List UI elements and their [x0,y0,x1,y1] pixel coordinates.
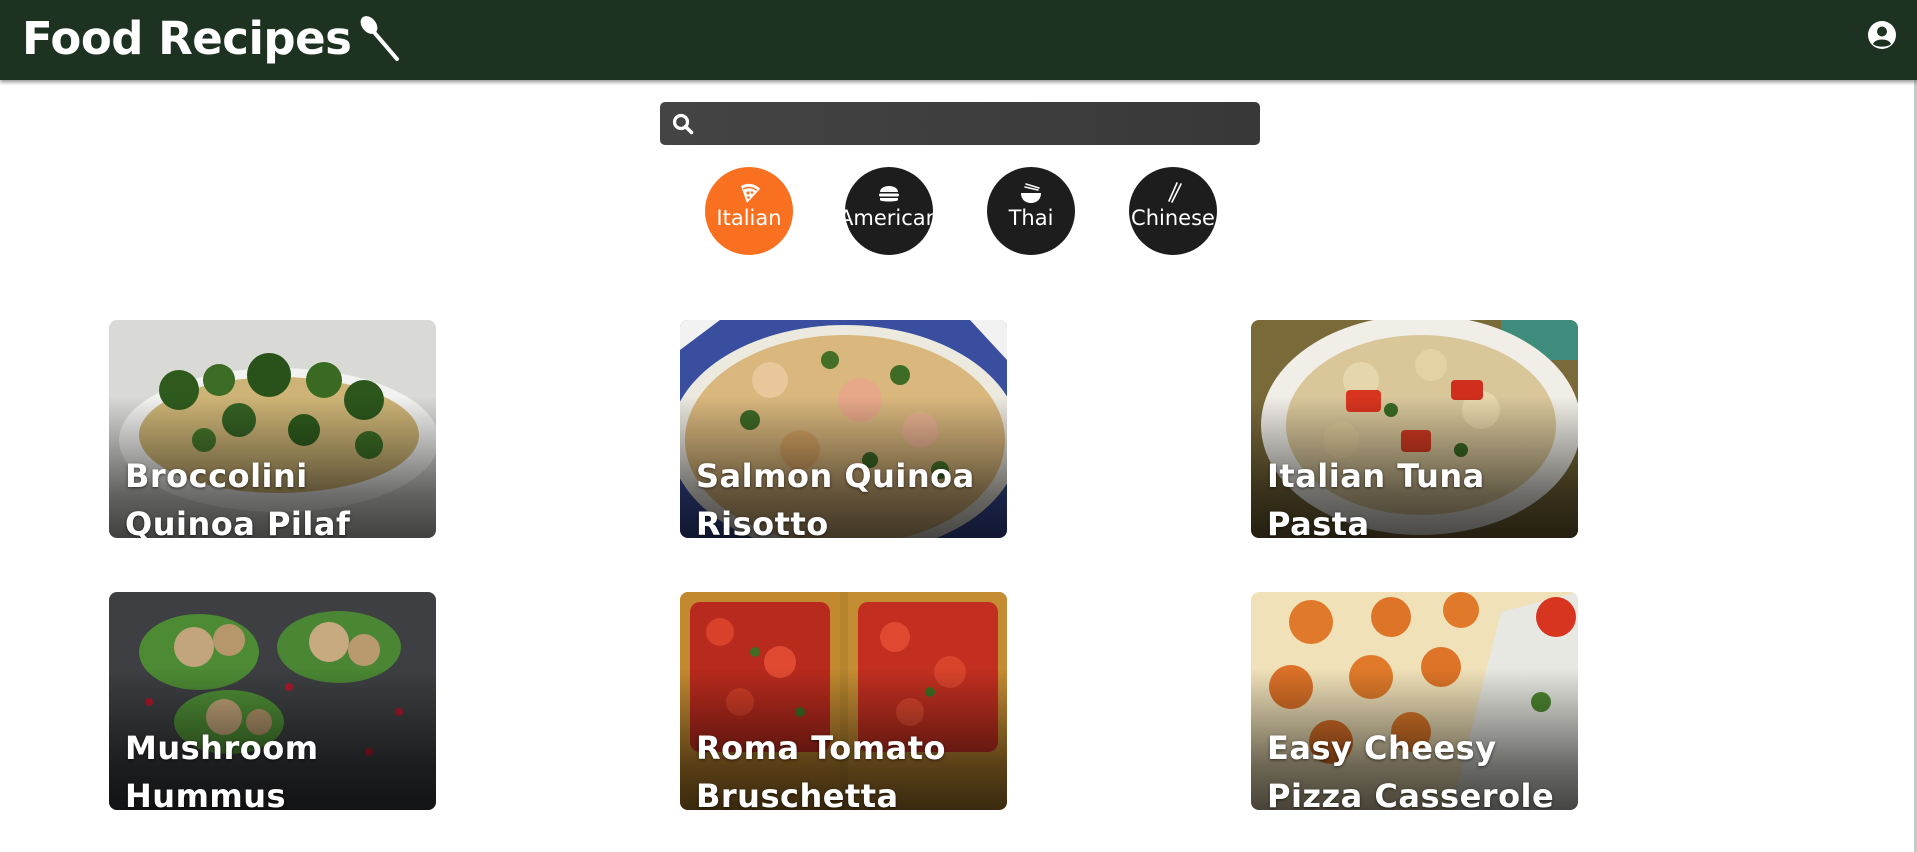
top-navbar: Food Recipes [0,0,1917,80]
category-label: Thai [1008,206,1054,230]
recipe-title: Roma Tomato Bruschetta [696,729,946,810]
spoon-icon [361,16,400,61]
category-label: Chinese [1131,206,1215,230]
recipe-card-salmon-quinoa-risotto[interactable]: Salmon Quinoa Risotto [680,320,1007,538]
app-title: Food Recipes [22,11,352,65]
category-italian[interactable]: Italian [705,167,793,255]
category-thai[interactable]: Thai [987,167,1075,255]
search-input[interactable] [696,102,1260,145]
burger-icon [879,186,899,202]
recipe-card-roma-tomato-bruschetta[interactable]: Roma Tomato Bruschetta [680,592,1007,810]
user-circle-icon[interactable] [1867,20,1897,50]
recipe-card-broccolini-quinoa-pilaf[interactable]: Broccolini Quinoa Pilaf [109,320,436,538]
chopsticks-icon [1168,182,1182,203]
search-bar [660,102,1260,145]
brand-logo-link[interactable]: Food Recipes [22,8,405,68]
category-label: Italian [716,206,782,230]
search-icon [672,113,694,134]
category-american[interactable]: American [845,167,933,255]
recipe-card-mushroom-hummus[interactable]: Mushroom Hummus [109,592,436,810]
recipe-card-easy-cheesy-pizza-casserole[interactable]: Easy Cheesy Pizza Casserole [1251,592,1578,810]
category-label: American [845,206,933,230]
recipe-card-italian-tuna-pasta[interactable]: Italian Tuna Pasta [1251,320,1578,538]
recipe-title: Broccolini Quinoa Pilaf [125,457,351,538]
noodle-bowl-icon [1021,183,1041,203]
recipe-title: Easy Cheesy Pizza Casserole [1267,729,1555,810]
pizza-icon [741,183,760,203]
recipe-title: Salmon Quinoa Risotto [696,457,975,538]
category-chinese[interactable]: Chinese [1129,167,1217,255]
recipe-title: Italian Tuna Pasta [1267,457,1485,538]
recipe-title: Mushroom Hummus [125,729,319,810]
